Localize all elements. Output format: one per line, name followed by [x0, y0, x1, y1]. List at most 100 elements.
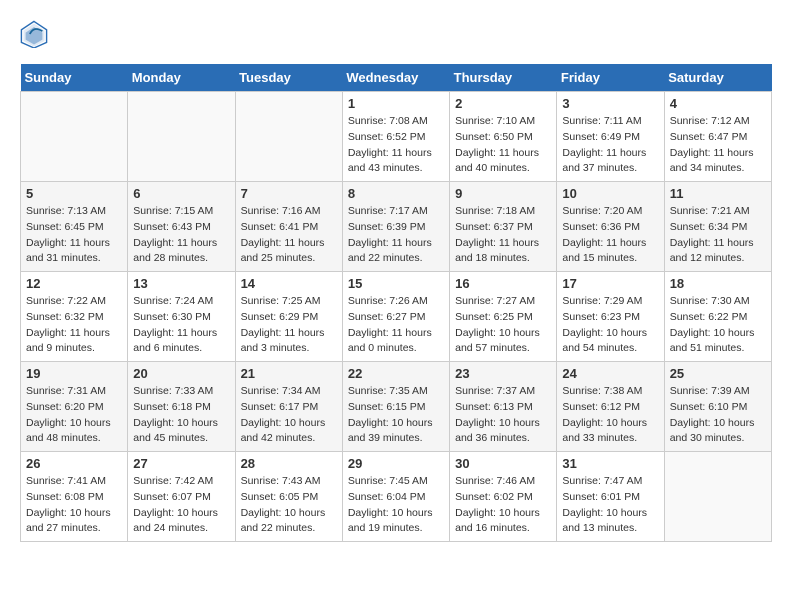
day-info: Sunrise: 7:13 AM Sunset: 6:45 PM Dayligh… [26, 204, 122, 267]
day-cell: 5 Sunrise: 7:13 AM Sunset: 6:45 PM Daylig… [21, 182, 128, 272]
day-info: Sunrise: 7:33 AM Sunset: 6:18 PM Dayligh… [133, 384, 229, 447]
header-cell-friday: Friday [557, 64, 664, 92]
week-row-4: 19 Sunrise: 7:31 AM Sunset: 6:20 PM Dayli… [21, 362, 772, 452]
day-cell: 9 Sunrise: 7:18 AM Sunset: 6:37 PM Daylig… [450, 182, 557, 272]
day-cell: 18Sunrise: 7:30 AM Sunset: 6:22 PM Dayli… [664, 272, 771, 362]
day-cell: 11Sunrise: 7:21 AM Sunset: 6:34 PM Dayli… [664, 182, 771, 272]
day-number: 21 [241, 366, 337, 381]
day-number: 24 [562, 366, 658, 381]
day-cell: 14 Sunrise: 7:25 AM Sunset: 6:29 PM Dayli… [235, 272, 342, 362]
day-number: 9 [455, 186, 551, 201]
day-number: 28 [241, 456, 337, 471]
day-cell: 25 Sunrise: 7:39 AM Sunset: 6:10 PM Dayli… [664, 362, 771, 452]
day-number: 3 [562, 96, 658, 111]
day-number: 11 [670, 186, 766, 201]
day-number: 17 [562, 276, 658, 291]
day-cell: 20 Sunrise: 7:33 AM Sunset: 6:18 PM Dayli… [128, 362, 235, 452]
day-cell: 1 Sunrise: 7:08 AM Sunset: 6:52 PM Daylig… [342, 92, 449, 182]
day-cell: 23Sunrise: 7:37 AM Sunset: 6:13 PM Dayli… [450, 362, 557, 452]
day-number: 13 [133, 276, 229, 291]
day-info: Sunrise: 7:34 AM Sunset: 6:17 PM Dayligh… [241, 384, 337, 447]
day-cell: 7Sunrise: 7:16 AM Sunset: 6:41 PM Daylig… [235, 182, 342, 272]
day-cell: 16 Sunrise: 7:27 AM Sunset: 6:25 PM Dayli… [450, 272, 557, 362]
day-cell: 6 Sunrise: 7:15 AM Sunset: 6:43 PM Daylig… [128, 182, 235, 272]
day-cell: 8Sunrise: 7:17 AM Sunset: 6:39 PM Daylig… [342, 182, 449, 272]
day-number: 30 [455, 456, 551, 471]
calendar-header: SundayMondayTuesdayWednesdayThursdayFrid… [21, 64, 772, 92]
day-number: 5 [26, 186, 122, 201]
week-row-5: 26 Sunrise: 7:41 AM Sunset: 6:08 PM Dayli… [21, 452, 772, 542]
header-row: SundayMondayTuesdayWednesdayThursdayFrid… [21, 64, 772, 92]
header-cell-tuesday: Tuesday [235, 64, 342, 92]
day-number: 10 [562, 186, 658, 201]
day-cell: 15 Sunrise: 7:26 AM Sunset: 6:27 PM Dayli… [342, 272, 449, 362]
day-cell: 17 Sunrise: 7:29 AM Sunset: 6:23 PM Dayli… [557, 272, 664, 362]
day-info: Sunrise: 7:47 AM Sunset: 6:01 PM Dayligh… [562, 474, 658, 537]
day-number: 18 [670, 276, 766, 291]
day-number: 14 [241, 276, 337, 291]
header-cell-monday: Monday [128, 64, 235, 92]
day-info: Sunrise: 7:22 AM Sunset: 6:32 PM Dayligh… [26, 294, 122, 357]
day-info: Sunrise: 7:45 AM Sunset: 6:04 PM Dayligh… [348, 474, 444, 537]
day-info: Sunrise: 7:38 AM Sunset: 6:12 PM Dayligh… [562, 384, 658, 447]
header-cell-saturday: Saturday [664, 64, 771, 92]
day-info: Sunrise: 7:26 AM Sunset: 6:27 PM Dayligh… [348, 294, 444, 357]
day-number: 16 [455, 276, 551, 291]
day-cell: 26 Sunrise: 7:41 AM Sunset: 6:08 PM Dayli… [21, 452, 128, 542]
page-header [20, 20, 772, 48]
day-info: Sunrise: 7:08 AM Sunset: 6:52 PM Dayligh… [348, 114, 444, 177]
day-cell: 3Sunrise: 7:11 AM Sunset: 6:49 PM Daylig… [557, 92, 664, 182]
day-cell: 2 Sunrise: 7:10 AM Sunset: 6:50 PM Daylig… [450, 92, 557, 182]
day-info: Sunrise: 7:43 AM Sunset: 6:05 PM Dayligh… [241, 474, 337, 537]
day-cell: 13Sunrise: 7:24 AM Sunset: 6:30 PM Dayli… [128, 272, 235, 362]
day-cell: 31 Sunrise: 7:47 AM Sunset: 6:01 PM Dayli… [557, 452, 664, 542]
day-number: 25 [670, 366, 766, 381]
day-cell: 28 Sunrise: 7:43 AM Sunset: 6:05 PM Dayli… [235, 452, 342, 542]
day-number: 22 [348, 366, 444, 381]
day-info: Sunrise: 7:31 AM Sunset: 6:20 PM Dayligh… [26, 384, 122, 447]
day-info: Sunrise: 7:27 AM Sunset: 6:25 PM Dayligh… [455, 294, 551, 357]
logo-icon [20, 20, 48, 48]
day-cell [21, 92, 128, 182]
day-info: Sunrise: 7:20 AM Sunset: 6:36 PM Dayligh… [562, 204, 658, 267]
day-info: Sunrise: 7:10 AM Sunset: 6:50 PM Dayligh… [455, 114, 551, 177]
day-cell: 10 Sunrise: 7:20 AM Sunset: 6:36 PM Dayli… [557, 182, 664, 272]
day-cell: 4 Sunrise: 7:12 AM Sunset: 6:47 PM Daylig… [664, 92, 771, 182]
day-number: 31 [562, 456, 658, 471]
calendar-table: SundayMondayTuesdayWednesdayThursdayFrid… [20, 64, 772, 542]
day-number: 15 [348, 276, 444, 291]
day-info: Sunrise: 7:41 AM Sunset: 6:08 PM Dayligh… [26, 474, 122, 537]
day-number: 19 [26, 366, 122, 381]
day-info: Sunrise: 7:35 AM Sunset: 6:15 PM Dayligh… [348, 384, 444, 447]
day-number: 20 [133, 366, 229, 381]
calendar-body: 1 Sunrise: 7:08 AM Sunset: 6:52 PM Daylig… [21, 92, 772, 542]
header-cell-sunday: Sunday [21, 64, 128, 92]
day-number: 2 [455, 96, 551, 111]
header-cell-wednesday: Wednesday [342, 64, 449, 92]
day-number: 6 [133, 186, 229, 201]
day-cell: 27 Sunrise: 7:42 AM Sunset: 6:07 PM Dayli… [128, 452, 235, 542]
day-number: 29 [348, 456, 444, 471]
day-cell: 22 Sunrise: 7:35 AM Sunset: 6:15 PM Dayli… [342, 362, 449, 452]
day-number: 4 [670, 96, 766, 111]
day-info: Sunrise: 7:46 AM Sunset: 6:02 PM Dayligh… [455, 474, 551, 537]
week-row-1: 1 Sunrise: 7:08 AM Sunset: 6:52 PM Daylig… [21, 92, 772, 182]
day-cell [235, 92, 342, 182]
day-info: Sunrise: 7:25 AM Sunset: 6:29 PM Dayligh… [241, 294, 337, 357]
day-info: Sunrise: 7:12 AM Sunset: 6:47 PM Dayligh… [670, 114, 766, 177]
day-cell [128, 92, 235, 182]
day-info: Sunrise: 7:29 AM Sunset: 6:23 PM Dayligh… [562, 294, 658, 357]
day-info: Sunrise: 7:42 AM Sunset: 6:07 PM Dayligh… [133, 474, 229, 537]
day-number: 27 [133, 456, 229, 471]
day-cell: 24 Sunrise: 7:38 AM Sunset: 6:12 PM Dayli… [557, 362, 664, 452]
day-info: Sunrise: 7:15 AM Sunset: 6:43 PM Dayligh… [133, 204, 229, 267]
day-number: 8 [348, 186, 444, 201]
day-info: Sunrise: 7:16 AM Sunset: 6:41 PM Dayligh… [241, 204, 337, 267]
day-number: 26 [26, 456, 122, 471]
day-cell [664, 452, 771, 542]
day-cell: 12Sunrise: 7:22 AM Sunset: 6:32 PM Dayli… [21, 272, 128, 362]
day-info: Sunrise: 7:39 AM Sunset: 6:10 PM Dayligh… [670, 384, 766, 447]
day-info: Sunrise: 7:18 AM Sunset: 6:37 PM Dayligh… [455, 204, 551, 267]
day-number: 1 [348, 96, 444, 111]
week-row-2: 5 Sunrise: 7:13 AM Sunset: 6:45 PM Daylig… [21, 182, 772, 272]
